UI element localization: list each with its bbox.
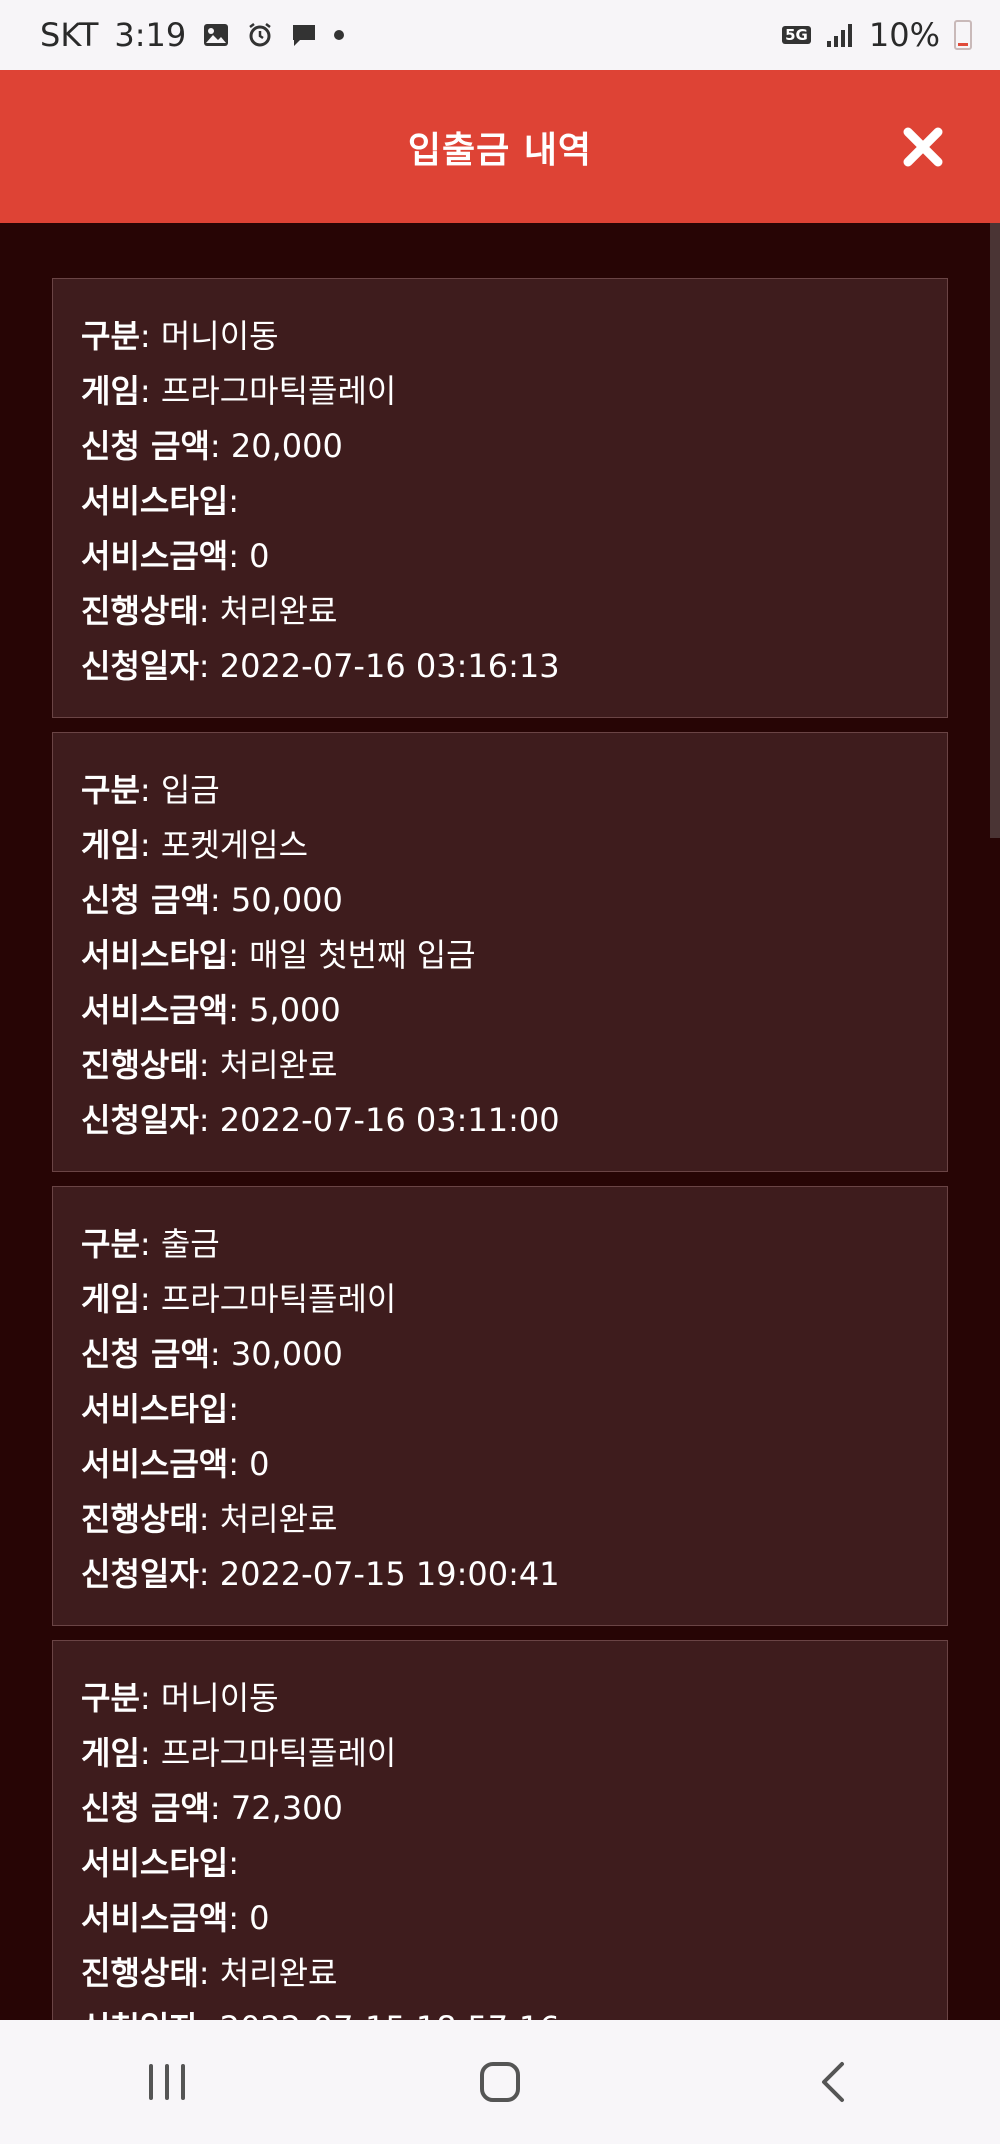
field-service-type: 서비스타입: 매일 첫번째 입금 [81, 936, 476, 974]
transaction-history-content[interactable]: 구분: 머니이동 게임: 프라그마틱플레이 신청 금액: 20,000 서비스타… [0, 223, 1000, 2020]
field-date: 신청일자: 2022-07-16 03:16:13 [81, 647, 560, 685]
home-icon [479, 2062, 520, 2102]
transaction-list: 구분: 머니이동 게임: 프라그마틱플레이 신청 금액: 20,000 서비스타… [52, 278, 948, 2020]
navigation-bar [0, 2020, 1000, 2144]
field-service-amount: 서비스금액: 5,000 [81, 991, 341, 1029]
field-game: 게임: 포켓게임스 [81, 826, 309, 864]
field-service-type: 서비스타입: [81, 482, 239, 520]
field-service-amount: 서비스금액: 0 [81, 537, 270, 575]
field-date: 신청일자: 2022-07-16 03:11:00 [81, 1101, 560, 1139]
field-type: 구분: 출금 [81, 1225, 220, 1263]
back-icon [822, 2062, 845, 2102]
carrier-name: SKT [40, 16, 99, 54]
field-service-type: 서비스타입: [81, 1390, 239, 1428]
field-status: 진행상태: 처리완료 [81, 1046, 338, 1084]
scrollbar[interactable] [990, 223, 1000, 838]
image-icon [202, 21, 230, 49]
app-header: 입출금 내역 [0, 70, 1000, 223]
field-status: 진행상태: 처리완료 [81, 1500, 338, 1538]
status-left: SKT 3:19 [40, 16, 345, 54]
field-service-amount: 서비스금액: 0 [81, 1899, 270, 1937]
transaction-card: 구분: 출금 게임: 프라그마틱플레이 신청 금액: 30,000 서비스타입:… [52, 1186, 948, 1626]
transaction-card: 구분: 머니이동 게임: 프라그마틱플레이 신청 금액: 72,300 서비스타… [52, 1640, 948, 2020]
field-type: 구분: 머니이동 [81, 317, 279, 355]
close-icon [903, 127, 943, 166]
field-type: 구분: 머니이동 [81, 1679, 279, 1717]
signal-icon [825, 21, 855, 49]
field-amount: 신청 금액: 20,000 [81, 427, 343, 465]
field-service-amount: 서비스금액: 0 [81, 1445, 270, 1483]
field-date: 신청일자: 2022-07-15 19:00:41 [81, 1555, 560, 1593]
field-service-type: 서비스타입: [81, 1844, 239, 1882]
transaction-card: 구분: 머니이동 게임: 프라그마틱플레이 신청 금액: 20,000 서비스타… [52, 278, 948, 718]
transaction-card: 구분: 입금 게임: 포켓게임스 신청 금액: 50,000 서비스타입: 매일… [52, 732, 948, 1172]
field-amount: 신청 금액: 50,000 [81, 881, 343, 919]
field-status: 진행상태: 처리완료 [81, 592, 338, 630]
recent-apps-button[interactable] [107, 2042, 227, 2122]
home-button[interactable] [440, 2042, 560, 2122]
recent-apps-icon [148, 2064, 185, 2100]
field-game: 게임: 프라그마틱플레이 [81, 372, 397, 410]
back-button[interactable] [773, 2042, 893, 2122]
field-status: 진행상태: 처리완료 [81, 1954, 338, 1992]
dot-icon [334, 30, 345, 40]
field-game: 게임: 프라그마틱플레이 [81, 1280, 397, 1318]
field-amount: 신청 금액: 72,300 [81, 1789, 343, 1827]
status-bar: SKT 3:19 5G 10% [0, 0, 1000, 70]
battery-icon [954, 20, 972, 50]
chat-icon [290, 21, 318, 49]
field-amount: 신청 금액: 30,000 [81, 1335, 343, 1373]
field-date: 신청일자: 2022-07-15 18:57:16 [81, 2001, 919, 2020]
battery-percent: 10% [868, 16, 940, 54]
page-title: 입출금 내역 [407, 129, 593, 171]
close-button[interactable] [898, 122, 948, 172]
field-type: 구분: 입금 [81, 771, 220, 809]
status-time: 3:19 [114, 16, 187, 54]
status-right: 5G 10% [782, 16, 972, 54]
alarm-icon [246, 21, 274, 49]
field-game: 게임: 프라그마틱플레이 [81, 1734, 397, 1772]
network-badge: 5G [782, 26, 811, 44]
